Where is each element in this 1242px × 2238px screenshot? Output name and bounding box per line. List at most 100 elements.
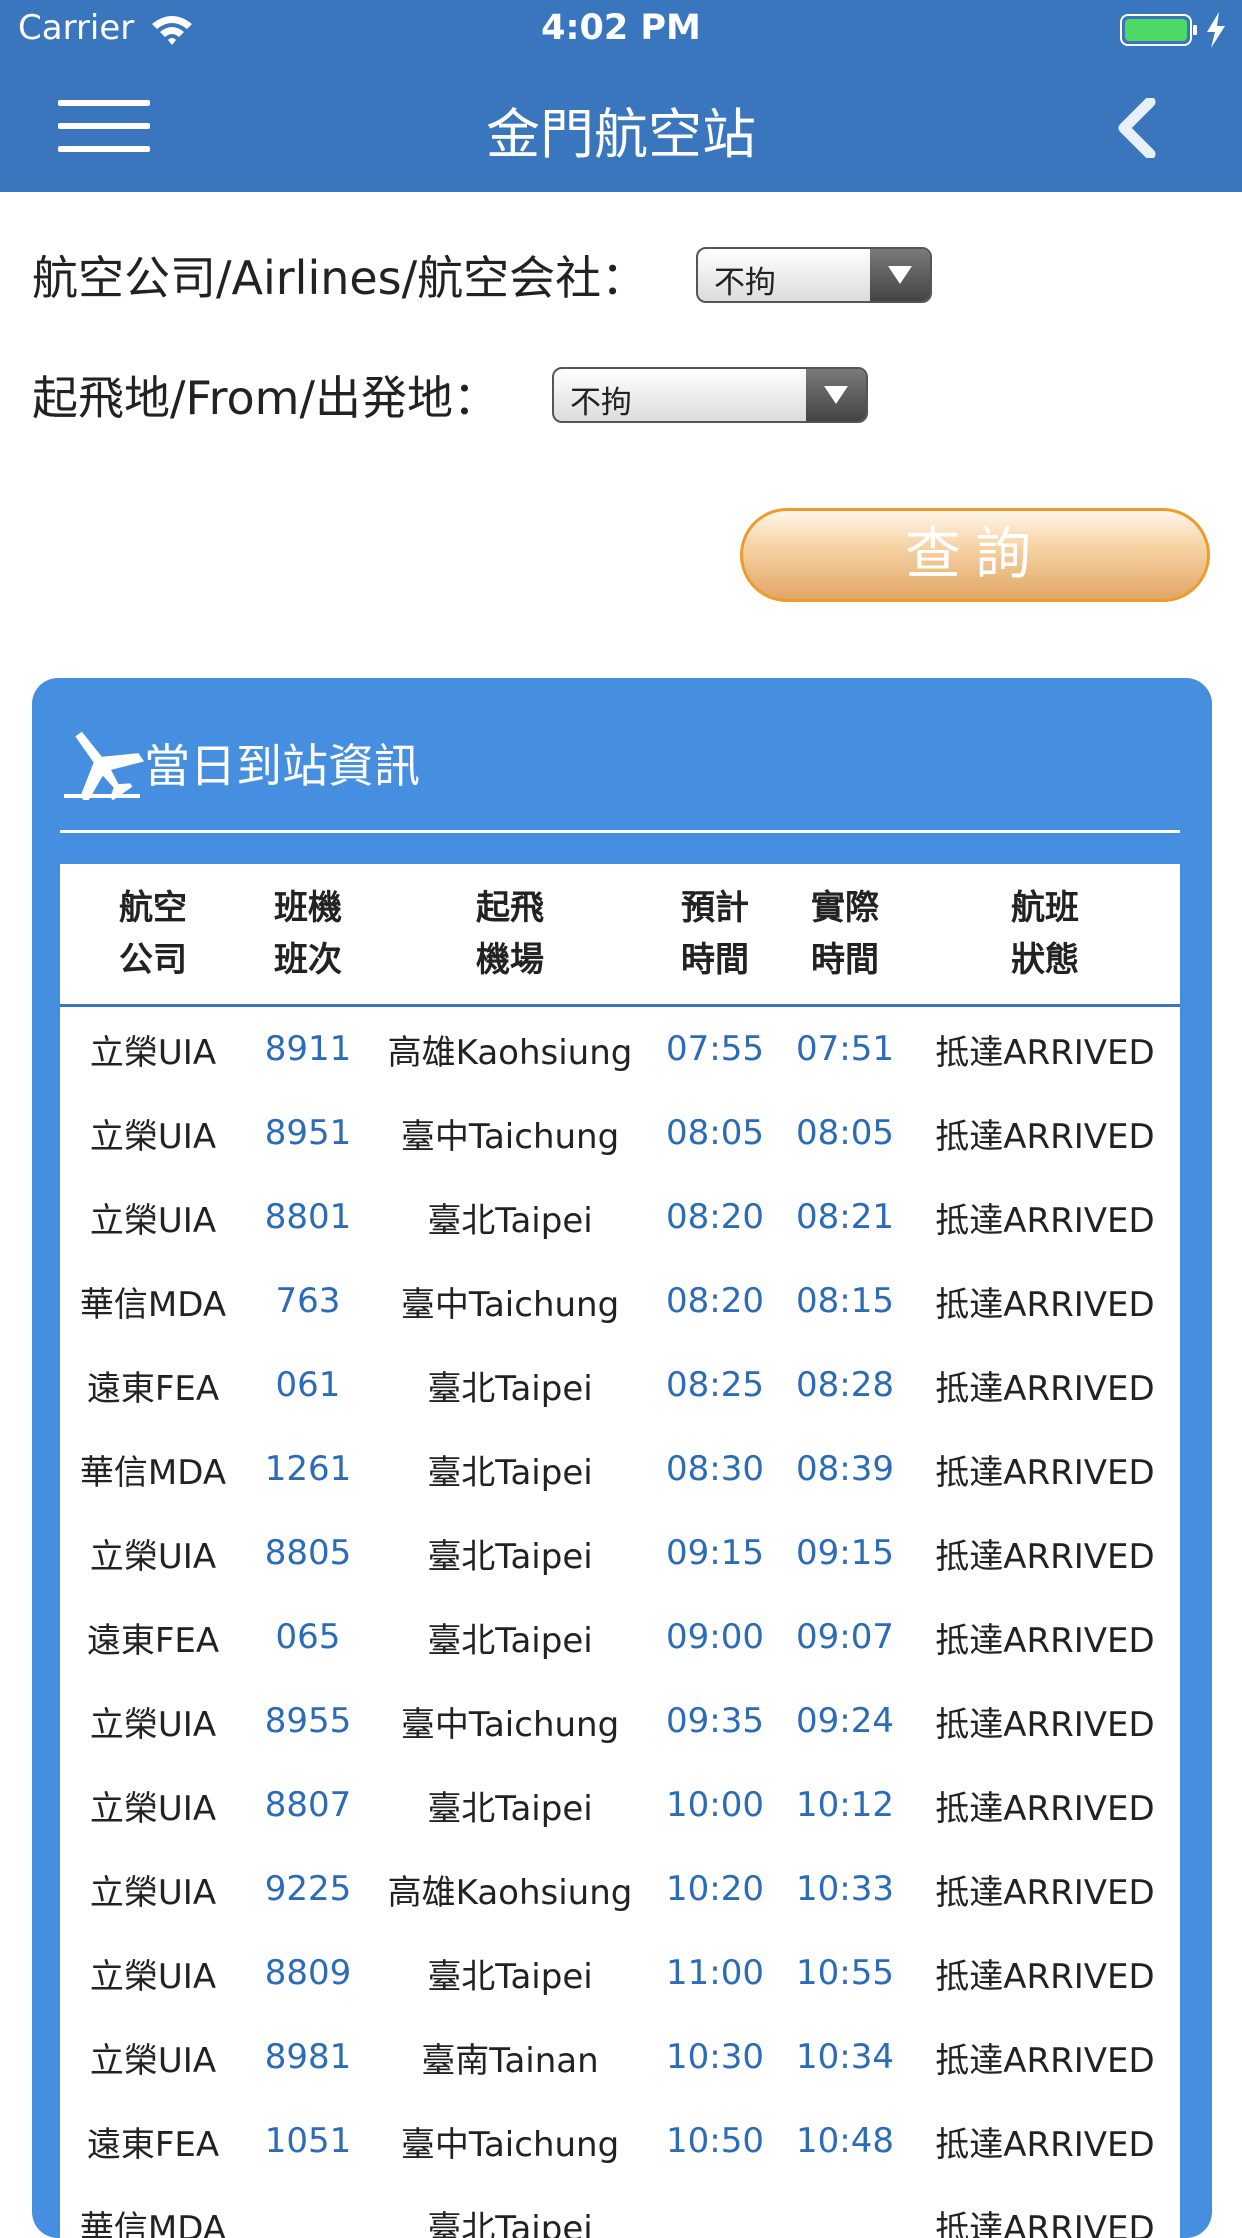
table-row: 立榮UIA 8911 高雄Kaohsiung 07:55 07:51 抵達ARRIVED: [60, 1006, 1180, 1092]
cell-actual: 08:28: [796, 1365, 894, 1405]
airline-filter-label: 航空公司/Airlines/航空会社：: [32, 251, 648, 305]
from-filter-label: 起飛地/From/出発地：: [32, 371, 499, 425]
cell-origin: 臺中Taichung: [400, 1284, 620, 1325]
query-button[interactable]: 查詢: [740, 508, 1210, 602]
cell-scheduled: 08:30: [666, 1449, 764, 1489]
cell-actual: 07:51: [796, 1029, 894, 1069]
cell-origin: 高雄Kaohsiung: [387, 1872, 633, 1913]
cell-origin: 高雄Kaohsiung: [387, 1032, 633, 1073]
cell-status: 抵達ARRIVED: [935, 1956, 1155, 1997]
col-header-airline-line1: 航空: [119, 888, 187, 928]
cell-flight: 8951: [264, 1113, 352, 1153]
airline-select[interactable]: 不拘: [696, 247, 932, 303]
cell-airline: 立榮UIA: [89, 1704, 217, 1745]
cell-actual: 09:15: [796, 1533, 894, 1573]
cell-scheduled: 10:20: [666, 1869, 764, 1909]
cell-status: 抵達ARRIVED: [935, 1536, 1155, 1577]
cell-status: 抵達ARRIVED: [935, 1872, 1155, 1913]
cell-actual: 09:24: [796, 1701, 894, 1741]
cell-origin: 臺北Taipei: [427, 2208, 593, 2238]
cell-actual: [780, 2183, 910, 2238]
col-header-flight-line2: 班次: [274, 940, 342, 980]
cell-origin: 臺北Taipei: [427, 1536, 593, 1577]
cell-scheduled: 08:25: [666, 1365, 764, 1405]
cell-origin: 臺中Taichung: [400, 1116, 620, 1157]
cell-actual: 09:07: [796, 1617, 894, 1657]
cell-status: 抵達ARRIVED: [935, 1368, 1155, 1409]
status-time: 4:02 PM: [541, 8, 701, 48]
cell-origin: 臺北Taipei: [427, 1788, 593, 1829]
arrivals-table-container[interactable]: 航空公司 班機 班次 起飛 機場 預計時間 實際 時間 航班 狀態 立榮UIA 8911 高…: [60, 864, 1180, 2238]
panel-divider: [60, 830, 1180, 833]
cell-airline: 遠東FEA: [86, 2124, 220, 2165]
cell-flight: 763: [275, 1281, 341, 1321]
cell-status: 抵達ARRIVED: [935, 1200, 1155, 1241]
cell-flight: 8911: [264, 1029, 352, 1069]
airplane-arrival-icon: [64, 731, 144, 800]
cell-flight: [246, 2183, 370, 2238]
cell-airline: 立榮UIA: [89, 2040, 217, 2081]
cell-scheduled: 09:35: [666, 1701, 764, 1741]
cell-actual: 10:12: [796, 1785, 894, 1825]
page-title: 金門航空站: [486, 103, 756, 166]
table-row: 華信MDA 臺北Taipei 抵達ARRIVED: [60, 2183, 1180, 2238]
cell-status: 抵達ARRIVED: [935, 2208, 1155, 2238]
cell-status: 抵達ARRIVED: [935, 1116, 1155, 1157]
arrivals-table: 航空公司 班機 班次 起飛 機場 預計時間 實際 時間 航班 狀態 立榮UIA 8911 高…: [60, 864, 1180, 2238]
navbar: 金門航空站: [0, 60, 1242, 192]
col-header-airline: 航空 公司: [60, 864, 246, 1007]
cell-actual: 08:39: [796, 1449, 894, 1489]
cell-airline: 華信MDA: [79, 1284, 227, 1325]
table-row: 立榮UIA 8981 臺南Tainan 10:30 10:34 抵達ARRIVED: [60, 2015, 1180, 2099]
airline-select-value: 不拘: [714, 265, 776, 301]
cell-flight: 1051: [264, 2121, 352, 2161]
cell-airline: 遠東FEA: [86, 1368, 220, 1409]
table-row: 華信MDA 1261 臺北Taipei 08:30 08:39 抵達ARRIVED: [60, 1427, 1180, 1511]
cell-airline: 華信MDA: [79, 2208, 227, 2238]
table-row: 立榮UIA 9225 高雄Kaohsiung 10:20 10:33 抵達ARRIVED: [60, 1847, 1180, 1931]
cell-scheduled: [650, 2183, 780, 2238]
cell-scheduled: 10:00: [666, 1785, 764, 1825]
table-row: 立榮UIA 8807 臺北Taipei 10:00 10:12 抵達ARRIVED: [60, 1763, 1180, 1847]
cell-status: 抵達ARRIVED: [935, 2124, 1155, 2165]
table-header-row: 航空公司 班機 班次 起飛 機場 預計時間 實際 時間 航班 狀態: [60, 864, 1180, 1007]
battery-icon: [1120, 14, 1197, 46]
cell-scheduled: 09:15: [666, 1533, 764, 1573]
cell-flight: 8807: [264, 1785, 352, 1825]
table-row: 華信MDA 763 臺中Taichung 08:20 08:15 抵達ARRIVED: [60, 1259, 1180, 1343]
col-header-scheduled-line2: 時間: [681, 940, 749, 980]
cell-airline: 立榮UIA: [89, 1032, 217, 1073]
col-header-status-line2: 狀態: [1011, 940, 1079, 980]
cell-actual: 10:33: [796, 1869, 894, 1909]
cell-status: 抵達ARRIVED: [935, 1788, 1155, 1829]
cell-status: 抵達ARRIVED: [935, 2040, 1155, 2081]
col-header-status: 航班 狀態: [910, 864, 1180, 1007]
col-header-flight: 班機 班次: [246, 864, 370, 1007]
cell-scheduled: 07:55: [666, 1029, 764, 1069]
cell-flight: 8809: [264, 1953, 352, 1993]
cell-status: 抵達ARRIVED: [935, 1452, 1155, 1493]
col-header-airline-line2: 公司: [119, 940, 187, 980]
arrivals-panel: 當日到站資訊 航空 公司 班機 班次 起飛 機場 預計 時間 實際 時間 航班 狀態 立榮U…: [32, 678, 1212, 2238]
cell-scheduled: 09:00: [666, 1617, 764, 1657]
cell-airline: 立榮UIA: [89, 1116, 217, 1157]
table-row: 立榮UIA 8955 臺中Taichung 09:35 09:24 抵達ARRIVED: [60, 1679, 1180, 1763]
cell-airline: 華信MDA: [79, 1452, 227, 1493]
cell-scheduled: 08:20: [666, 1281, 764, 1321]
col-header-actual-line2: 時間: [811, 940, 879, 980]
cell-scheduled: 10:30: [666, 2037, 764, 2077]
col-header-scheduled-line1: 預計: [681, 888, 749, 928]
back-chevron-icon[interactable]: [1112, 98, 1162, 158]
col-header-origin: 起飛 機場: [370, 864, 650, 1007]
cell-flight: 8805: [264, 1533, 352, 1573]
cell-origin: 臺中Taichung: [400, 1704, 620, 1745]
cell-flight: 8955: [264, 1701, 352, 1741]
table-row: 遠東FEA 061 臺北Taipei 08:25 08:28 抵達ARRIVED: [60, 1343, 1180, 1427]
table-row: 立榮UIA 8809 臺北Taipei 11:00 10:55 抵達ARRIVED: [60, 1931, 1180, 2015]
col-header-origin-line2: 機場: [476, 940, 544, 980]
table-row: 遠東FEA 065 臺北Taipei 09:00 09:07 抵達ARRIVED: [60, 1595, 1180, 1679]
cell-origin: 臺南Tainan: [421, 2040, 599, 2081]
from-select[interactable]: 不拘: [552, 367, 868, 423]
cell-flight: 065: [275, 1617, 341, 1657]
col-header-actual: 實際 時間: [780, 864, 910, 1007]
